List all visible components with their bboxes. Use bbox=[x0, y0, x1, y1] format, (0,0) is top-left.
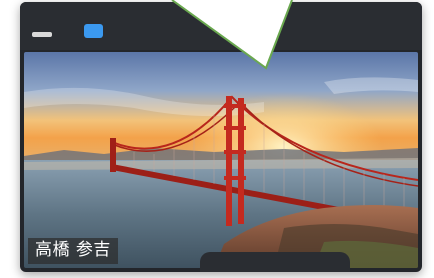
video-feed: 高橋 参吉 bbox=[24, 52, 418, 268]
tile-toolbar bbox=[20, 2, 422, 50]
call-controls-bar[interactable] bbox=[200, 252, 350, 272]
participant-name-label: 高橋 参吉 bbox=[28, 238, 118, 264]
screen-share-icon[interactable] bbox=[84, 24, 103, 38]
video-call-stage: 高橋 参吉 bbox=[0, 0, 434, 278]
minimize-icon[interactable] bbox=[32, 32, 52, 37]
participant-video-tile[interactable]: 高橋 参吉 bbox=[20, 2, 422, 272]
golden-gate-bridge-image bbox=[24, 52, 418, 268]
